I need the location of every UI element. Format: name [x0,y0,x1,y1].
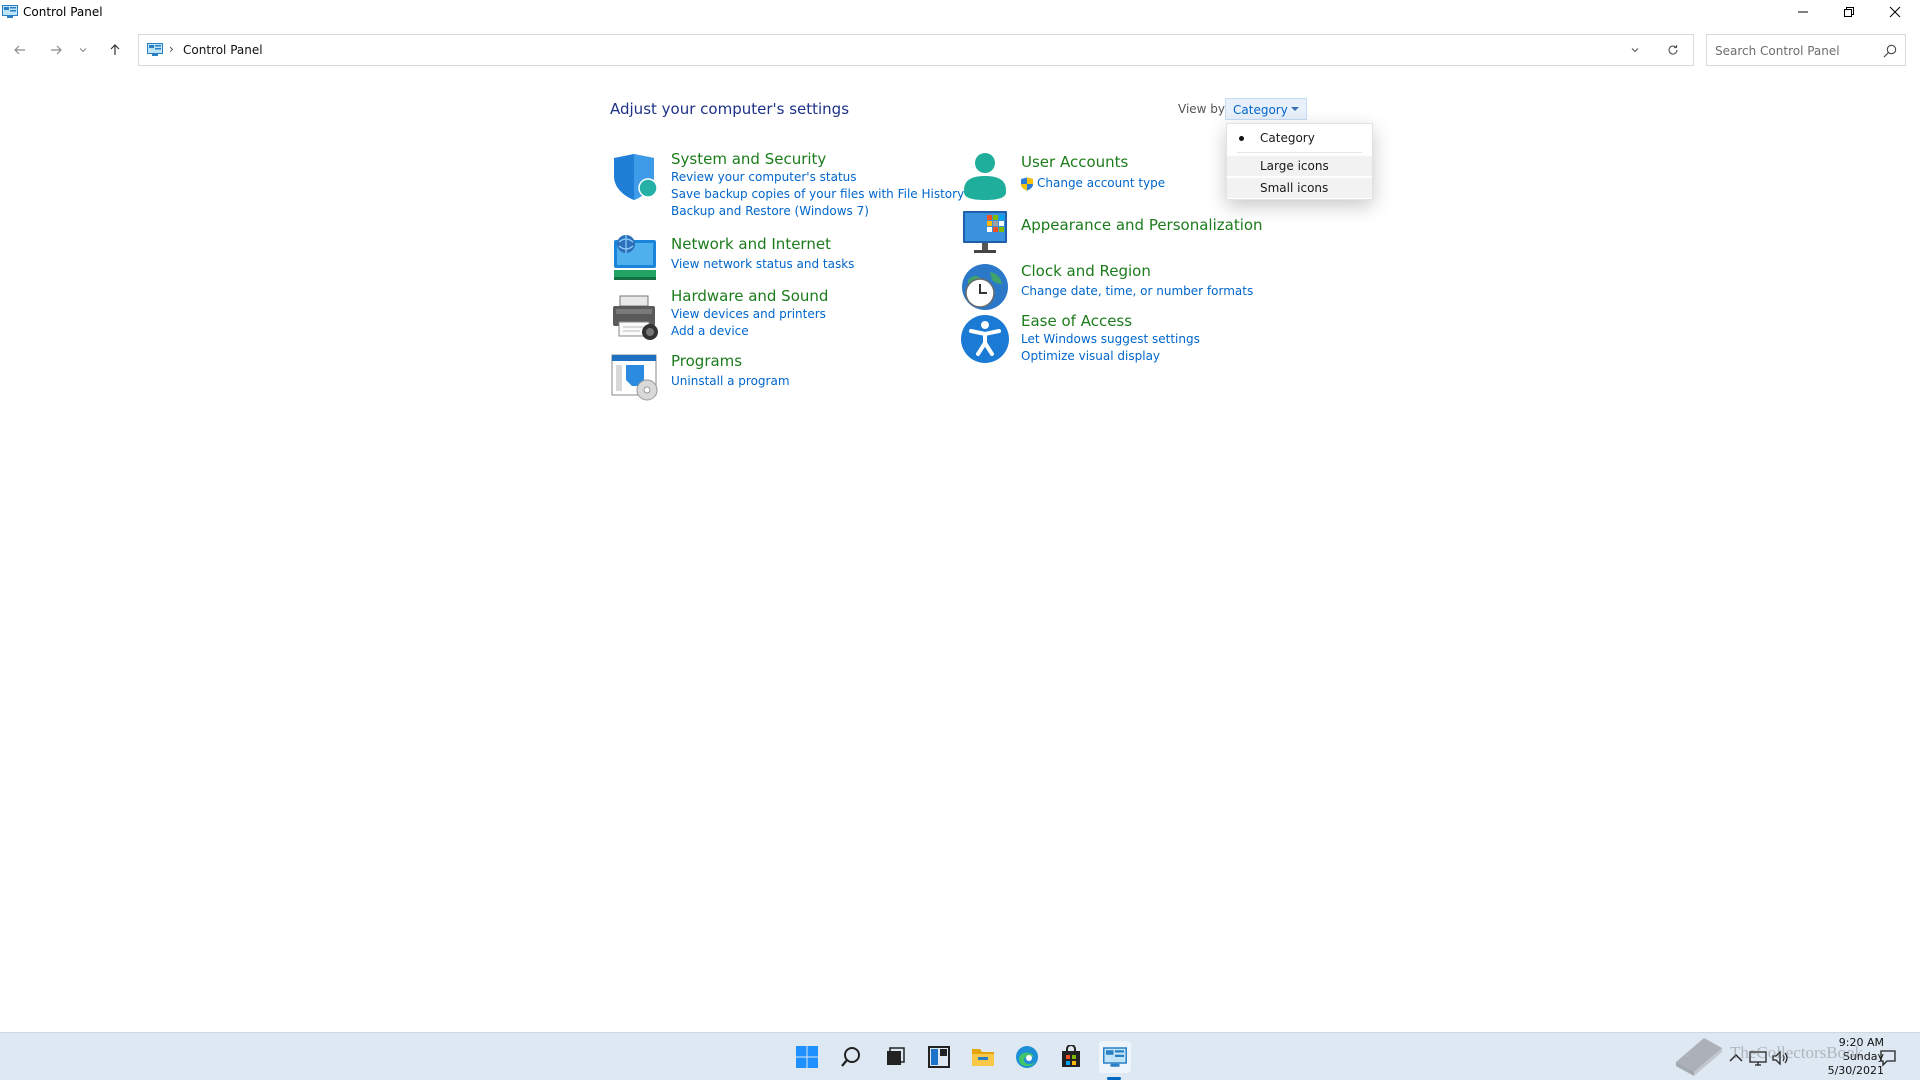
task-view-icon [887,1047,905,1065]
link-uninstall-program[interactable]: Uninstall a program [671,374,790,388]
close-button[interactable] [1872,0,1918,24]
navigation-bar: › Control Panel [0,34,1920,66]
option-label: Small icons [1260,181,1329,195]
taskbar: 9:20 AM Sunday 5/30/2021 [0,1032,1920,1080]
monitor-icon[interactable] [960,207,1010,257]
address-history-button[interactable] [1627,42,1643,58]
category-programs: Programs Uninstall a program [610,352,950,402]
title-bar: Control Panel [0,0,1920,24]
link-backup-restore[interactable]: Backup and Restore (Windows 7) [671,204,869,218]
arrow-left-icon [14,45,25,55]
link-file-history[interactable]: Save backup copies of your files with Fi… [671,187,964,201]
address-bar[interactable]: › Control Panel [138,34,1694,66]
store-icon [1062,1045,1080,1067]
programs-icon[interactable] [610,352,660,402]
refresh-button[interactable] [1665,42,1681,58]
chevron-down-icon [79,48,87,53]
breadcrumb-separator[interactable]: › [169,42,174,56]
search-icon [841,1047,860,1067]
edge-button[interactable] [1011,1041,1043,1073]
forward-button[interactable] [46,40,66,60]
printer-icon[interactable] [610,292,660,342]
start-icon [796,1046,818,1068]
option-label: Large icons [1260,159,1329,173]
link-optimize-display[interactable]: Optimize visual display [1021,349,1160,363]
watermark: TheCollectorsBook [1670,1028,1910,1080]
file-explorer-button[interactable] [967,1041,999,1073]
breadcrumb-control-panel[interactable]: Control Panel [183,43,263,57]
widgets-icon [928,1046,950,1068]
category-title[interactable]: Programs [671,352,742,370]
taskbar-search-button[interactable] [835,1041,867,1073]
link-suggest-settings[interactable]: Let Windows suggest settings [1021,332,1200,346]
restore-button[interactable] [1826,0,1872,24]
category-title[interactable]: Hardware and Sound [671,287,828,305]
control-panel-icon [1103,1047,1127,1067]
close-icon [1889,6,1901,18]
link-date-time-formats[interactable]: Change date, time, or number formats [1021,284,1253,298]
category-user-accounts: User Accounts Change account type [960,152,1260,202]
store-button[interactable] [1055,1041,1087,1073]
recent-locations-button[interactable] [76,40,90,60]
category-title[interactable]: Ease of Access [1021,312,1132,330]
user-icon[interactable] [960,152,1010,202]
category-clock-region: Clock and Region Change date, time, or n… [960,262,1300,312]
chevron-down-icon [1631,48,1639,53]
caret-down-icon [1291,107,1299,111]
category-title[interactable]: Network and Internet [671,235,831,253]
accessibility-icon[interactable] [960,314,1010,364]
category-title[interactable]: Clock and Region [1021,262,1151,280]
control-panel-icon [147,43,163,56]
minimize-icon [1798,11,1808,13]
search-icon[interactable] [1882,43,1898,59]
page-title: Adjust your computer's settings [610,100,850,118]
widgets-button[interactable] [923,1041,955,1073]
book-icon [1676,1038,1722,1076]
back-button[interactable] [10,40,30,60]
watermark-text: TheCollectorsBook [1730,1043,1864,1062]
view-by-option-category[interactable]: Category [1227,128,1372,148]
clock-icon[interactable] [960,262,1010,312]
view-by-selected: Category [1233,103,1288,117]
window-title: Control Panel [23,5,103,19]
file-explorer-icon [972,1049,994,1066]
category-title[interactable]: User Accounts [1021,153,1128,171]
category-title[interactable]: System and Security [671,150,826,168]
link-change-account-type[interactable]: Change account type [1037,176,1165,190]
view-by-label: View by: [1178,102,1229,116]
arrow-right-icon [51,45,62,55]
control-panel-taskbar-button[interactable] [1099,1041,1131,1073]
uac-shield-icon [1021,177,1033,191]
option-label: Category [1260,131,1315,145]
control-panel-icon [2,5,18,18]
link-review-status[interactable]: Review your computer's status [671,170,857,184]
category-appearance: Appearance and Personalization [960,207,1300,257]
minimize-button[interactable] [1780,0,1826,24]
start-button[interactable] [791,1041,823,1073]
task-view-button[interactable] [879,1041,911,1073]
category-ease-of-access: Ease of Access Let Windows suggest setti… [960,312,1300,364]
shield-icon[interactable] [610,152,660,202]
link-add-device[interactable]: Add a device [671,324,749,338]
arrow-up-icon [110,44,120,55]
search-input[interactable] [1715,42,1875,60]
category-hardware-sound: Hardware and Sound View devices and prin… [610,287,950,342]
category-network-internet: Network and Internet View network status… [610,232,950,282]
edge-icon [1016,1046,1038,1068]
view-by-dropdown[interactable]: Category [1225,98,1307,120]
search-box[interactable] [1706,34,1906,66]
link-network-status[interactable]: View network status and tasks [671,257,854,271]
category-system-security: System and Security Review your computer… [610,150,964,222]
category-title[interactable]: Appearance and Personalization [1021,216,1263,234]
refresh-icon [1668,45,1678,55]
restore-icon [1844,7,1854,17]
up-button[interactable] [105,40,125,60]
link-devices-printers[interactable]: View devices and printers [671,307,826,321]
network-icon[interactable] [610,232,660,282]
bullet-icon [1239,136,1244,141]
